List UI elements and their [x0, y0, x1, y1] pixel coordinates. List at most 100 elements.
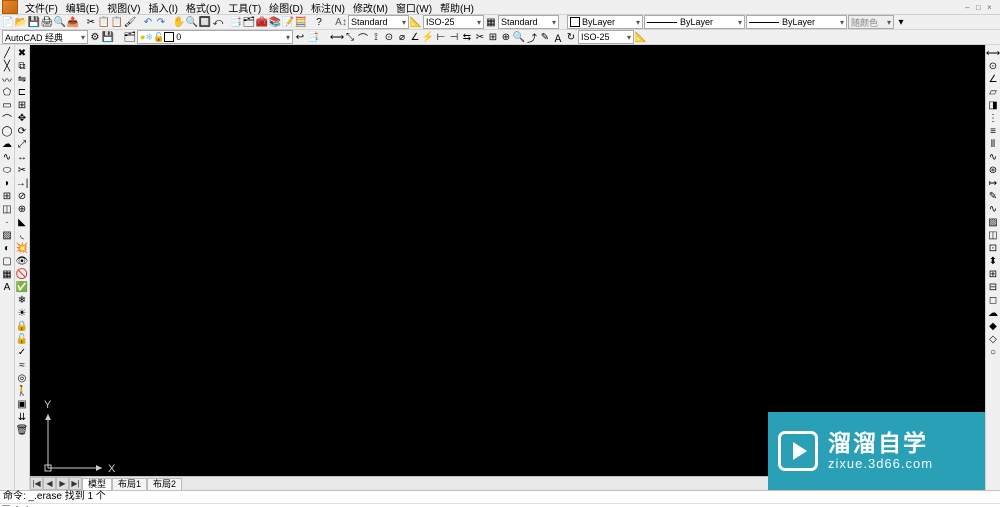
block-icon[interactable]: ◫ [1, 203, 14, 216]
measure-dist-icon[interactable]: ⟷ [987, 47, 1000, 60]
measure-area-icon[interactable]: ▱ [987, 86, 1000, 99]
explode-icon[interactable]: 💥 [16, 242, 29, 255]
laylck-icon[interactable]: 🔒 [16, 320, 29, 333]
fillet-icon[interactable]: ◟ [16, 229, 29, 242]
menu-window[interactable]: 窗口(W) [392, 0, 436, 15]
measure-radius-icon[interactable]: ⊙ [987, 60, 1000, 73]
align-icon[interactable]: ≡ [987, 125, 1000, 138]
erase-icon[interactable]: ✖ [16, 47, 29, 60]
circle-icon[interactable]: ◯ [1, 125, 14, 138]
arc-icon[interactable]: ⌒ [1, 112, 14, 125]
paste-icon[interactable]: 📋 [111, 16, 123, 28]
dim-inspect-icon[interactable]: 🔍 [513, 31, 525, 43]
copy-obj-icon[interactable]: ⧉ [16, 60, 29, 73]
layer-combo[interactable]: ● ❄ 🔓 0▾ [137, 30, 293, 44]
polygon-icon[interactable]: ⬠ [1, 86, 14, 99]
workspace-settings-icon[interactable]: ⚙ [89, 31, 101, 43]
dim-edit-icon[interactable]: ✎ [539, 31, 551, 43]
3dalign-icon[interactable]: ⫴ [987, 138, 1000, 151]
dim-break-icon[interactable]: ✂ [474, 31, 486, 43]
rotate-icon[interactable]: ⟳ [16, 125, 29, 138]
region-icon[interactable]: ▢ [1, 255, 14, 268]
splinedit-icon[interactable]: ∿ [987, 203, 1000, 216]
layfrz-icon[interactable]: ❄ [16, 294, 29, 307]
dimstyle-icon[interactable]: 📐 [410, 16, 422, 28]
lengthen-icon[interactable]: ↦ [987, 177, 1000, 190]
tolerance-icon[interactable]: ⊞ [487, 31, 499, 43]
color-combo[interactable]: ByLayer▾ [567, 15, 643, 29]
menu-draw[interactable]: 绘图(D) [265, 0, 307, 15]
misc3-icon[interactable]: ○ [987, 346, 1000, 359]
dim-arc-icon[interactable]: ⌒ [357, 31, 369, 43]
extend-icon[interactable]: →| [16, 177, 29, 190]
tablestyle-combo[interactable]: Standard▾ [498, 15, 559, 29]
dim-aligned-icon[interactable]: ⤡ [344, 31, 356, 43]
ellipsearc-icon[interactable]: ◗ [1, 177, 14, 190]
print-icon[interactable]: 🖨 [41, 16, 53, 28]
textstyle-icon[interactable]: A↕ [335, 16, 347, 28]
designcenter-icon[interactable]: 🗂 [243, 16, 255, 28]
pedit-icon[interactable]: ✎ [987, 190, 1000, 203]
drawing-canvas[interactable]: X Y 溜溜自学 zixue.3d66.com |◀ ◀ ▶ ▶| 模型 布局1… [30, 45, 985, 490]
blockedit-icon[interactable]: ◫ [987, 229, 1000, 242]
markup-icon[interactable]: 📝 [282, 16, 294, 28]
sheetset-icon[interactable]: 📚 [269, 16, 281, 28]
layer-manager-icon[interactable]: 🗂 [124, 31, 136, 43]
wipeout-icon[interactable]: ◻ [987, 294, 1000, 307]
laydel-icon[interactable]: 🗑 [16, 424, 29, 437]
maximize-button[interactable]: □ [976, 3, 984, 11]
tab-first-button[interactable]: |◀ [30, 477, 43, 490]
revcloud-icon[interactable]: ☁ [1, 138, 14, 151]
menu-dim[interactable]: 标注(N) [307, 0, 349, 15]
tab-prev-button[interactable]: ◀ [43, 477, 56, 490]
zoomprev-icon[interactable]: ⤺ [212, 16, 224, 28]
arraypolar-icon[interactable]: ⊛ [987, 164, 1000, 177]
menu-modify[interactable]: 修改(M) [349, 0, 392, 15]
tab-layout2[interactable]: 布局2 [147, 478, 182, 490]
match-icon[interactable]: 🖌 [124, 16, 136, 28]
dim-tedit-icon[interactable]: Ａ [552, 31, 564, 43]
dim-quick-icon[interactable]: ⚡ [422, 31, 434, 43]
workspace-save-icon[interactable]: 💾 [102, 31, 114, 43]
preview-icon[interactable]: 🔍 [54, 16, 66, 28]
insert-icon[interactable]: ⊞ [1, 190, 14, 203]
draworder-icon[interactable]: ⬍ [987, 255, 1000, 268]
misc2-icon[interactable]: ◇ [987, 333, 1000, 346]
menu-file[interactable]: 文件(F) [21, 0, 62, 15]
redo-icon[interactable]: ↷ [155, 16, 167, 28]
arraypath-icon[interactable]: ∿ [987, 151, 1000, 164]
publish-icon[interactable]: 📤 [67, 16, 79, 28]
mtext-icon[interactable]: A [1, 281, 14, 294]
dim-radius-icon[interactable]: ⊙ [383, 31, 395, 43]
tab-next-button[interactable]: ▶ [56, 477, 69, 490]
misc1-icon[interactable]: ◆ [987, 320, 1000, 333]
laywalk-icon[interactable]: 🚶 [16, 385, 29, 398]
laymch-icon[interactable]: ≈ [16, 359, 29, 372]
group-icon[interactable]: ⊞ [987, 268, 1000, 281]
center-mark-icon[interactable]: ⊕ [500, 31, 512, 43]
dim-jog-icon[interactable]: ⤴ [526, 31, 538, 43]
hatch-icon[interactable]: ▨ [1, 229, 14, 242]
copy-icon[interactable]: 📋 [98, 16, 110, 28]
dim-linear-icon[interactable]: ⟷ [331, 31, 343, 43]
close-button[interactable]: × [987, 3, 995, 11]
break-icon[interactable]: ⊘ [16, 190, 29, 203]
layvpi-icon[interactable]: ▣ [16, 398, 29, 411]
menu-help[interactable]: 帮助(H) [436, 0, 478, 15]
cut-icon[interactable]: ✂ [85, 16, 97, 28]
dim-angular-icon[interactable]: ∠ [409, 31, 421, 43]
pan-icon[interactable]: ✋ [173, 16, 185, 28]
line-icon[interactable]: ╱ [1, 47, 14, 60]
annostyle-combo[interactable]: ISO-25▾ [578, 30, 634, 44]
layoff-icon[interactable]: 🚫 [16, 268, 29, 281]
dim-style-icon[interactable]: 📐 [635, 31, 647, 43]
hatchedit-icon[interactable]: ▨ [987, 216, 1000, 229]
measure-angle-icon[interactable]: ∠ [987, 73, 1000, 86]
laymrg-icon[interactable]: ⇊ [16, 411, 29, 424]
textstyle-combo[interactable]: Standard▾ [348, 15, 409, 29]
trim-icon[interactable]: ✂ [16, 164, 29, 177]
tab-last-button[interactable]: ▶| [69, 477, 82, 490]
xclip-icon[interactable]: ⊡ [987, 242, 1000, 255]
menu-view[interactable]: 视图(V) [103, 0, 144, 15]
dim-baseline-icon[interactable]: ⊢ [435, 31, 447, 43]
